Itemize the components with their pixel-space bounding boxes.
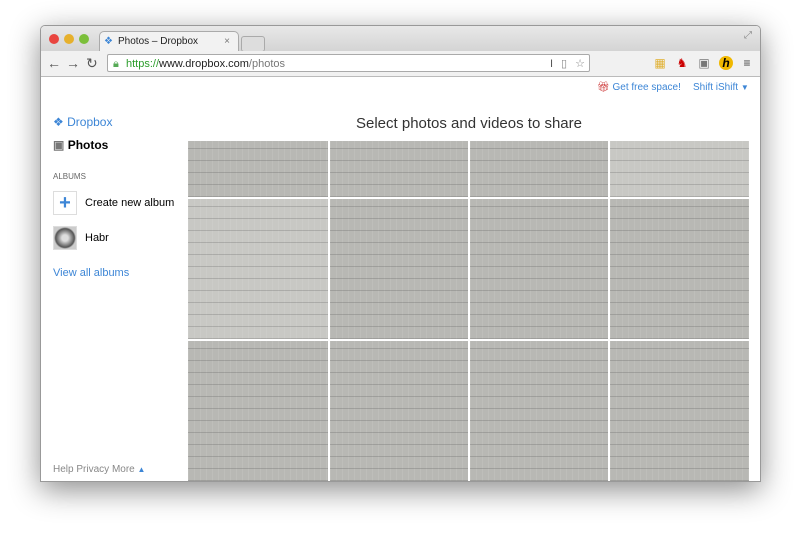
- photo-thumbnail[interactable]: [188, 141, 328, 197]
- fullscreen-icon[interactable]: ⤢: [744, 30, 752, 41]
- forward-button[interactable]: →: [66, 55, 80, 71]
- zoom-window-button[interactable]: [79, 34, 89, 44]
- plus-icon: +: [53, 191, 77, 215]
- photo-thumbnail[interactable]: [330, 341, 468, 481]
- back-button[interactable]: ←: [47, 55, 61, 71]
- album-habr[interactable]: Habr: [53, 226, 183, 250]
- extension-icon[interactable]: ▦: [653, 56, 667, 70]
- bookmark-star-icon[interactable]: ☆: [575, 55, 585, 73]
- tab-photos[interactable]: ❖ Photos – Dropbox ×: [99, 31, 239, 51]
- reader-icon[interactable]: I: [550, 55, 553, 73]
- chevron-up-icon[interactable]: ▲: [138, 465, 146, 474]
- photo-thumbnail[interactable]: [470, 141, 608, 197]
- page-title: Select photos and videos to share: [356, 115, 582, 132]
- lock-icon: 🔒︎: [113, 58, 119, 70]
- photo-thumbnail[interactable]: [470, 199, 608, 339]
- menu-icon[interactable]: ≡: [740, 56, 754, 70]
- close-tab-icon[interactable]: ×: [224, 32, 230, 52]
- photo-thumbnail[interactable]: [330, 141, 468, 197]
- help-link[interactable]: Help: [53, 464, 74, 475]
- sidebar: ❖ Dropbox ▣ Photos ALBUMS + Create new a…: [53, 115, 183, 279]
- page-icon[interactable]: ▯: [561, 55, 567, 73]
- photo-thumbnail[interactable]: [610, 199, 749, 339]
- extension-icon[interactable]: ▣: [697, 56, 711, 70]
- browser-window: ❖ Photos – Dropbox × ⤢ ← → ↻ 🔒︎ https://…: [40, 25, 761, 482]
- dropbox-home-link[interactable]: ❖ Dropbox: [53, 115, 183, 129]
- camera-icon: ▣: [53, 138, 65, 152]
- user-menu[interactable]: Shift iShift ▼: [693, 82, 749, 93]
- albums-heading: ALBUMS: [53, 172, 86, 181]
- photo-thumbnail[interactable]: [330, 199, 468, 339]
- dropbox-icon: ❖: [104, 36, 113, 47]
- view-all-albums-link[interactable]: View all albums: [53, 267, 183, 279]
- page-content: 🎁︎ Get free space! Shift iShift ▼ ❖ Drop…: [41, 77, 760, 481]
- reload-button[interactable]: ↻: [86, 55, 98, 72]
- address-bar[interactable]: 🔒︎ https://www.dropbox.com/photos ☆ ▯ I: [107, 54, 590, 72]
- more-link[interactable]: More: [112, 464, 135, 475]
- minimize-window-button[interactable]: [64, 34, 74, 44]
- get-free-space-link[interactable]: 🎁︎ Get free space!: [597, 82, 681, 93]
- privacy-link[interactable]: Privacy: [76, 464, 109, 475]
- tab-bar: ❖ Photos – Dropbox × ⤢: [41, 26, 760, 52]
- new-tab-button[interactable]: [241, 36, 265, 52]
- album-thumbnail: [53, 226, 77, 250]
- extension-icon[interactable]: ♞: [675, 56, 689, 70]
- create-album-button[interactable]: + Create new album: [53, 191, 183, 215]
- extension-icon[interactable]: h: [719, 56, 733, 70]
- gift-icon: 🎁︎: [597, 82, 610, 93]
- photo-thumbnail[interactable]: [610, 141, 749, 197]
- footer-links: Help Privacy More ▲: [53, 464, 145, 475]
- toolbar: ← → ↻ 🔒︎ https://www.dropbox.com/photos …: [41, 51, 760, 77]
- photo-thumbnail[interactable]: [610, 341, 749, 481]
- photo-thumbnail[interactable]: [188, 199, 328, 339]
- sidebar-item-photos[interactable]: ▣ Photos: [53, 138, 183, 152]
- photo-thumbnail[interactable]: [188, 341, 328, 481]
- dropbox-icon: ❖: [53, 115, 64, 129]
- close-window-button[interactable]: [49, 34, 59, 44]
- chevron-down-icon: ▼: [740, 83, 749, 92]
- photo-thumbnail[interactable]: [470, 341, 608, 481]
